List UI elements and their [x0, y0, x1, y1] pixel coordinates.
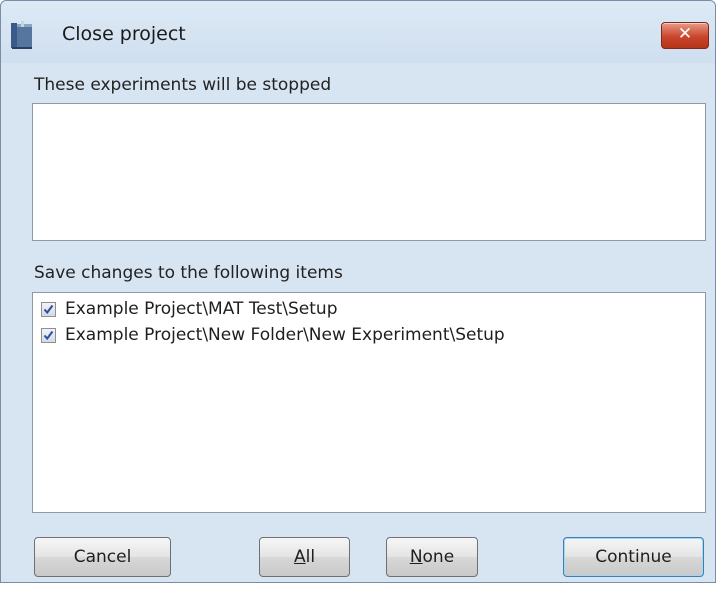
cancel-button[interactable]: Cancel — [34, 537, 171, 577]
none-mnemonic: N — [409, 547, 423, 567]
all-label: ll — [305, 547, 316, 567]
save-changes-label: Save changes to the following items — [34, 263, 343, 283]
all-mnemonic: A — [293, 547, 306, 567]
list-item[interactable]: Example Project\MAT Test\Setup — [33, 296, 705, 322]
all-button[interactable]: All — [259, 537, 350, 577]
list-item[interactable]: Example Project\New Folder\New Experimen… — [33, 322, 705, 348]
none-label: one — [422, 547, 455, 567]
experiments-label: These experiments will be stopped — [34, 75, 332, 95]
item-checkbox[interactable] — [41, 301, 56, 317]
dialog-title: Close project — [62, 23, 186, 45]
checkmark-icon — [43, 304, 54, 314]
item-label: Example Project\New Folder\New Experimen… — [65, 325, 505, 345]
experiments-list[interactable] — [32, 103, 706, 241]
item-label: Example Project\MAT Test\Setup — [65, 299, 338, 319]
close-button[interactable]: ✕ — [661, 22, 709, 49]
close-project-dialog: Close project ✕ These experiments will b… — [0, 0, 716, 583]
save-items-list[interactable]: Example Project\MAT Test\Setup Example P… — [32, 292, 706, 513]
item-checkbox[interactable] — [41, 327, 56, 343]
none-button[interactable]: None — [386, 537, 478, 577]
title-bar[interactable]: Close project ✕ — [1, 1, 715, 63]
project-book-icon — [10, 20, 36, 50]
continue-button[interactable]: Continue — [563, 537, 704, 577]
checkmark-icon — [43, 330, 54, 340]
close-icon: ✕ — [677, 24, 693, 44]
